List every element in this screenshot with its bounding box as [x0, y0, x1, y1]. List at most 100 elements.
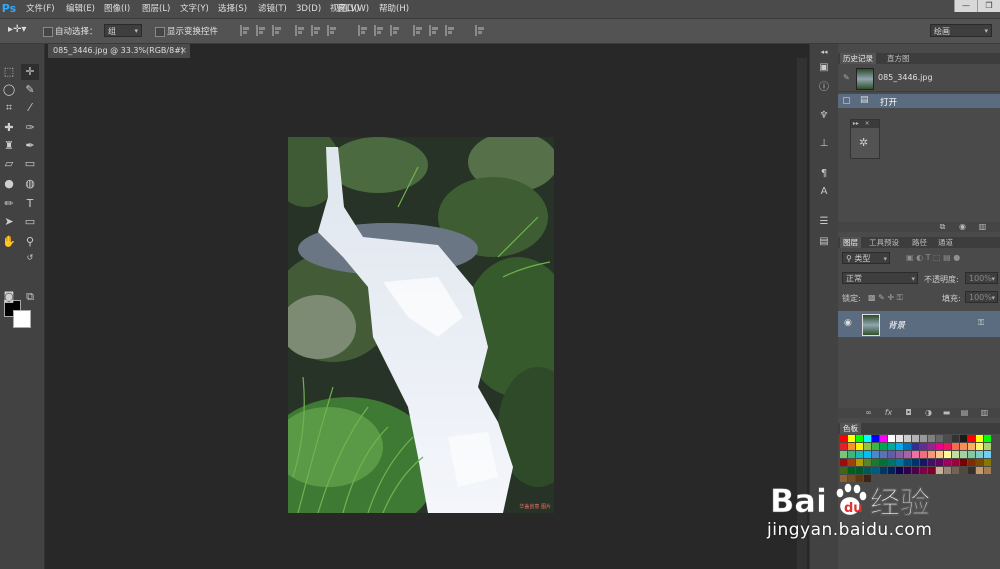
color-swatch[interactable]: [864, 467, 871, 474]
color-swatch[interactable]: [896, 435, 903, 442]
color-swatch[interactable]: [880, 451, 887, 458]
color-swatch[interactable]: [856, 467, 863, 474]
align-top-icon[interactable]: [240, 25, 249, 36]
menu-window[interactable]: 窗口(W): [337, 0, 369, 18]
swap-colors-icon[interactable]: ↺: [21, 250, 39, 266]
color-swatch[interactable]: [872, 435, 879, 442]
color-swatch[interactable]: [888, 435, 895, 442]
color-swatch[interactable]: [952, 467, 959, 474]
clone-stamp-tool-icon[interactable]: ♜: [0, 138, 18, 154]
color-swatch[interactable]: [944, 451, 951, 458]
rectangle-tool-icon[interactable]: ▭: [21, 214, 39, 230]
lasso-tool-icon[interactable]: ◯: [0, 82, 18, 98]
menu-help[interactable]: 帮助(H): [379, 0, 409, 18]
menu-type[interactable]: 文字(Y): [180, 0, 209, 18]
auto-align-icon[interactable]: [475, 25, 484, 36]
color-swatch[interactable]: [856, 443, 863, 450]
tab-histogram[interactable]: 直方图: [884, 53, 913, 64]
add-mask-icon[interactable]: ◘: [904, 408, 913, 417]
brush-presets-icon[interactable]: ♆: [817, 110, 831, 122]
collapse-dock-icon[interactable]: ◂◂: [817, 46, 831, 58]
delete-state-icon[interactable]: ▥: [978, 222, 987, 231]
color-swatch[interactable]: [912, 443, 919, 450]
history-brush-tool-icon[interactable]: ✒: [21, 138, 39, 154]
blend-mode-dropdown[interactable]: 正常: [842, 272, 918, 285]
info-panel-icon[interactable]: ⓘ: [817, 82, 831, 94]
menu-layer[interactable]: 图层(L): [142, 0, 170, 18]
align-hcenter-icon[interactable]: [311, 25, 320, 36]
history-brush-source-icon[interactable]: ✎: [843, 73, 850, 82]
close-document-icon[interactable]: ×: [179, 44, 187, 58]
color-swatch[interactable]: [920, 443, 927, 450]
color-swatch[interactable]: [872, 451, 879, 458]
crop-tool-icon[interactable]: ⌗: [0, 100, 18, 116]
healing-brush-tool-icon[interactable]: ✚: [0, 120, 18, 136]
color-swatch[interactable]: [848, 467, 855, 474]
color-swatch[interactable]: [856, 435, 863, 442]
color-swatch[interactable]: [872, 467, 879, 474]
color-swatch[interactable]: [984, 467, 991, 474]
menu-3d[interactable]: 3D(D): [296, 0, 321, 18]
color-swatch[interactable]: [912, 459, 919, 466]
color-swatch[interactable]: [888, 443, 895, 450]
color-swatch[interactable]: [904, 459, 911, 466]
color-swatch[interactable]: [976, 467, 983, 474]
adjustment-layer-icon[interactable]: ◑: [924, 408, 933, 417]
eye-visibility-icon[interactable]: ◉: [844, 318, 852, 328]
color-swatch[interactable]: [936, 443, 943, 450]
color-swatch[interactable]: [952, 443, 959, 450]
color-swatch[interactable]: [952, 435, 959, 442]
color-swatch[interactable]: [872, 443, 879, 450]
auto-select-dropdown[interactable]: 组: [104, 24, 142, 38]
eraser-tool-icon[interactable]: ▱: [0, 156, 18, 172]
paragraph-styles-icon[interactable]: ¶: [817, 168, 831, 180]
color-swatch[interactable]: [960, 459, 967, 466]
color-swatch[interactable]: [952, 459, 959, 466]
document-tab[interactable]: 085_3446.jpg @ 33.3%(RGB/8#) ×: [48, 44, 190, 58]
color-swatch[interactable]: [920, 467, 927, 474]
distribute-top-icon[interactable]: [358, 25, 367, 36]
tab-tool-presets[interactable]: 工具预设: [866, 237, 902, 248]
color-swatch[interactable]: [864, 451, 871, 458]
color-swatch[interactable]: [952, 451, 959, 458]
layer-filter-dropdown[interactable]: ⚲ 类型: [842, 252, 890, 265]
color-swatch[interactable]: [904, 467, 911, 474]
menu-file[interactable]: 文件(F): [26, 0, 55, 18]
marquee-tool-icon[interactable]: ⬚: [0, 64, 18, 80]
history-state-row[interactable]: ▤ 打开: [838, 94, 1000, 108]
color-swatch[interactable]: [840, 459, 847, 466]
tab-paths[interactable]: 路径: [909, 237, 930, 248]
pen-tool-icon[interactable]: ✏: [0, 196, 18, 212]
color-swatch[interactable]: [856, 451, 863, 458]
properties-panel-icon[interactable]: ☰: [817, 216, 831, 228]
distribute-vcenter-icon[interactable]: [374, 25, 383, 36]
color-swatch[interactable]: [960, 451, 967, 458]
gradient-tool-icon[interactable]: ▭: [21, 156, 39, 172]
layer-row-background[interactable]: ◉ 背景 ⚿: [838, 311, 1000, 337]
waterfall-photo[interactable]: 华盖创意 图片: [288, 137, 554, 513]
color-swatch[interactable]: [944, 467, 951, 474]
delete-layer-icon[interactable]: ▥: [980, 408, 989, 417]
color-swatch[interactable]: [984, 443, 991, 450]
character-panel-icon[interactable]: A: [817, 186, 831, 198]
color-swatch[interactable]: [968, 443, 975, 450]
color-swatch[interactable]: [944, 435, 951, 442]
color-swatch[interactable]: [896, 443, 903, 450]
path-selection-tool-icon[interactable]: ➤: [0, 214, 18, 230]
show-transform-checkbox[interactable]: [155, 27, 165, 37]
color-swatch[interactable]: [968, 435, 975, 442]
color-swatch[interactable]: [928, 459, 935, 466]
distribute-bottom-icon[interactable]: [390, 25, 399, 36]
color-swatch[interactable]: [984, 459, 991, 466]
color-swatch[interactable]: [880, 443, 887, 450]
color-swatch[interactable]: [936, 459, 943, 466]
new-document-from-state-icon[interactable]: ⧉: [938, 222, 947, 231]
color-swatch[interactable]: [984, 451, 991, 458]
zoom-tool-icon[interactable]: ⚲: [21, 234, 39, 250]
menu-select[interactable]: 选择(S): [218, 0, 247, 18]
color-swatch[interactable]: [880, 467, 887, 474]
fill-field[interactable]: 100%: [965, 291, 998, 304]
color-swatch[interactable]: [936, 467, 943, 474]
menu-image[interactable]: 图像(I): [104, 0, 130, 18]
move-tool-preset-icon[interactable]: ▸✛▾: [8, 24, 26, 35]
